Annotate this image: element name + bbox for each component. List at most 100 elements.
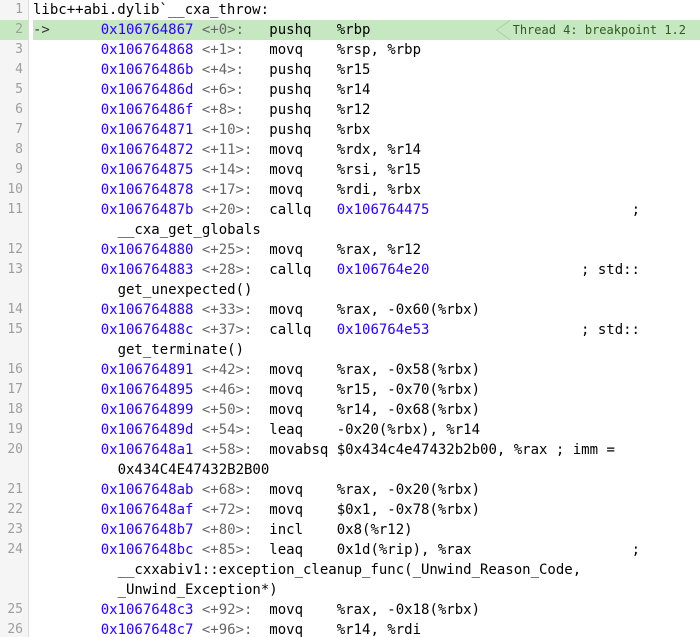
operands: -0x20(%rbx), %r14: [337, 420, 480, 440]
operands: %r14, %rdi: [337, 620, 421, 637]
mnemonic: pushq: [269, 80, 336, 100]
line-number: 22: [0, 500, 28, 520]
operands: %rax, -0x18(%rbx): [337, 600, 480, 620]
asm-continuation: get_unexpected(): [33, 280, 700, 300]
asm-row[interactable]: 0x1067648b7 <+80>: incl 0x8(%r12): [33, 520, 700, 540]
line-number: 15: [0, 320, 28, 360]
line-number: 24: [0, 540, 28, 600]
mnemonic: movq: [269, 500, 336, 520]
asm-continuation: __cxa_get_globals: [33, 220, 700, 240]
offset: <+6>:: [202, 80, 269, 100]
line-number: 1: [0, 0, 28, 20]
asm-row[interactable]: 0x106764899 <+50>: movq %r14, -0x68(%rbx…: [33, 400, 700, 420]
asm-row[interactable]: 0x1067648c3 <+92>: movq %rax, -0x18(%rbx…: [33, 600, 700, 620]
mnemonic: pushq: [269, 100, 336, 120]
mnemonic: callq: [269, 320, 336, 340]
mnemonic: leaq: [269, 540, 336, 560]
address: 0x106764880: [67, 240, 202, 260]
address: 0x106764883: [67, 260, 202, 280]
asm-continuation: get_terminate(): [33, 340, 700, 360]
offset: <+42>:: [202, 360, 269, 380]
address: 0x106764871: [67, 120, 202, 140]
line-number: 12: [0, 240, 28, 260]
offset: <+50>:: [202, 400, 269, 420]
line-number: 16: [0, 360, 28, 380]
offset: <+72>:: [202, 500, 269, 520]
offset: <+92>:: [202, 600, 269, 620]
offset: <+85>:: [202, 540, 269, 560]
address: 0x106764878: [67, 180, 202, 200]
line-number: 20: [0, 440, 28, 480]
operands: $0x434c4e47432b2b00, %rax ; imm =: [337, 440, 615, 460]
offset: <+96>:: [202, 620, 269, 637]
address: 0x106764872: [67, 140, 202, 160]
line-number: 19: [0, 420, 28, 440]
asm-row[interactable]: 0x106764895 <+46>: movq %r15, -0x70(%rbx…: [33, 380, 700, 400]
line-number: 26: [0, 620, 28, 637]
operands: %r15: [337, 60, 371, 80]
asm-row[interactable]: 0x106764875 <+14>: movq %rsi, %r15: [33, 160, 700, 180]
asm-row[interactable]: 0x106764891 <+42>: movq %rax, -0x58(%rbx…: [33, 360, 700, 380]
asm-row[interactable]: 0x1067648ab <+68>: movq %rax, -0x20(%rbx…: [33, 480, 700, 500]
asm-row[interactable]: 0x10676486d <+6>: pushq %r14: [33, 80, 700, 100]
offset: <+46>:: [202, 380, 269, 400]
line-number: 13: [0, 260, 28, 300]
address: 0x106764875: [67, 160, 202, 180]
offset: <+68>:: [202, 480, 269, 500]
mnemonic: incl: [269, 520, 336, 540]
asm-row[interactable]: 0x10676486f <+8>: pushq %r12: [33, 100, 700, 120]
asm-row[interactable]: 0x1067648c7 <+96>: movq %r14, %rdi: [33, 620, 700, 637]
operands: %rsp, %rbp: [337, 40, 421, 60]
disassembly-editor: 1234567891011121314151617181920212223242…: [0, 0, 700, 637]
line-number: 11: [0, 200, 28, 240]
mnemonic: movq: [269, 40, 336, 60]
mnemonic: movq: [269, 240, 336, 260]
asm-row[interactable]: 0x1067648af <+72>: movq $0x1, -0x78(%rbx…: [33, 500, 700, 520]
line-number: 21: [0, 480, 28, 500]
address: 0x10676486d: [67, 80, 202, 100]
operands: %rbp: [337, 20, 371, 40]
continuation-text: 0x434C4E47432B2B00: [67, 460, 269, 480]
continuation-text: get_unexpected(): [67, 280, 252, 300]
mnemonic: pushq: [269, 20, 336, 40]
asm-row[interactable]: 0x10676489d <+54>: leaq -0x20(%rbx), %r1…: [33, 420, 700, 440]
address: 0x106764899: [67, 400, 202, 420]
asm-row[interactable]: 0x106764872 <+11>: movq %rdx, %r14: [33, 140, 700, 160]
asm-row[interactable]: 0x10676486b <+4>: pushq %r15: [33, 60, 700, 80]
mnemonic: movq: [269, 480, 336, 500]
disassembly-listing: libc++abi.dylib`__cxa_throw:-> 0x1067648…: [29, 0, 700, 637]
asm-row[interactable]: 0x106764883 <+28>: callq 0x106764e20; st…: [33, 260, 700, 280]
line-number: 3: [0, 40, 28, 60]
offset: <+11>:: [202, 140, 269, 160]
address: 0x106764891: [67, 360, 202, 380]
operands: %rax, %r12: [337, 240, 421, 260]
asm-row[interactable]: 0x10676488c <+37>: callq 0x106764e53; st…: [33, 320, 700, 340]
asm-row[interactable]: 0x10676487b <+20>: callq 0x106764475;: [33, 200, 700, 220]
asm-row[interactable]: 0x106764880 <+25>: movq %rax, %r12: [33, 240, 700, 260]
operands: %rax, -0x20(%rbx): [337, 480, 480, 500]
asm-row[interactable]: 0x106764871 <+10>: pushq %rbx: [33, 120, 700, 140]
address: 0x106764895: [67, 380, 202, 400]
line-number: 9: [0, 160, 28, 180]
comment: ; std::: [581, 260, 700, 280]
operands: 0x8(%r12): [337, 520, 413, 540]
asm-row[interactable]: 0x1067648bc <+85>: leaq 0x1d(%rip), %rax…: [33, 540, 700, 560]
code-column[interactable]: libc++abi.dylib`__cxa_throw:-> 0x1067648…: [29, 0, 700, 637]
asm-row[interactable]: 0x106764878 <+17>: movq %rdi, %rbx: [33, 180, 700, 200]
operands: %rsi, %r15: [337, 160, 421, 180]
asm-row[interactable]: 0x106764868 <+1>: movq %rsp, %rbp: [33, 40, 700, 60]
line-number: 4: [0, 60, 28, 80]
operands: %r14: [337, 80, 371, 100]
mnemonic: movq: [269, 620, 336, 637]
offset: <+0>:: [202, 20, 269, 40]
operands: $0x1, -0x78(%rbx): [337, 500, 480, 520]
operands: %r14, -0x68(%rbx): [337, 400, 480, 420]
continuation-text: __cxxabiv1::exception_cleanup_func(_Unwi…: [67, 560, 581, 580]
offset: <+80>:: [202, 520, 269, 540]
asm-row[interactable]: -> 0x106764867 <+0>: pushq %rbp: [33, 20, 700, 40]
mnemonic: leaq: [269, 420, 336, 440]
operands: %rdx, %r14: [337, 140, 421, 160]
asm-row[interactable]: 0x106764888 <+33>: movq %rax, -0x60(%rbx…: [33, 300, 700, 320]
asm-row[interactable]: 0x1067648a1 <+58>: movabsq $0x434c4e4743…: [33, 440, 700, 460]
offset: <+10>:: [202, 120, 269, 140]
